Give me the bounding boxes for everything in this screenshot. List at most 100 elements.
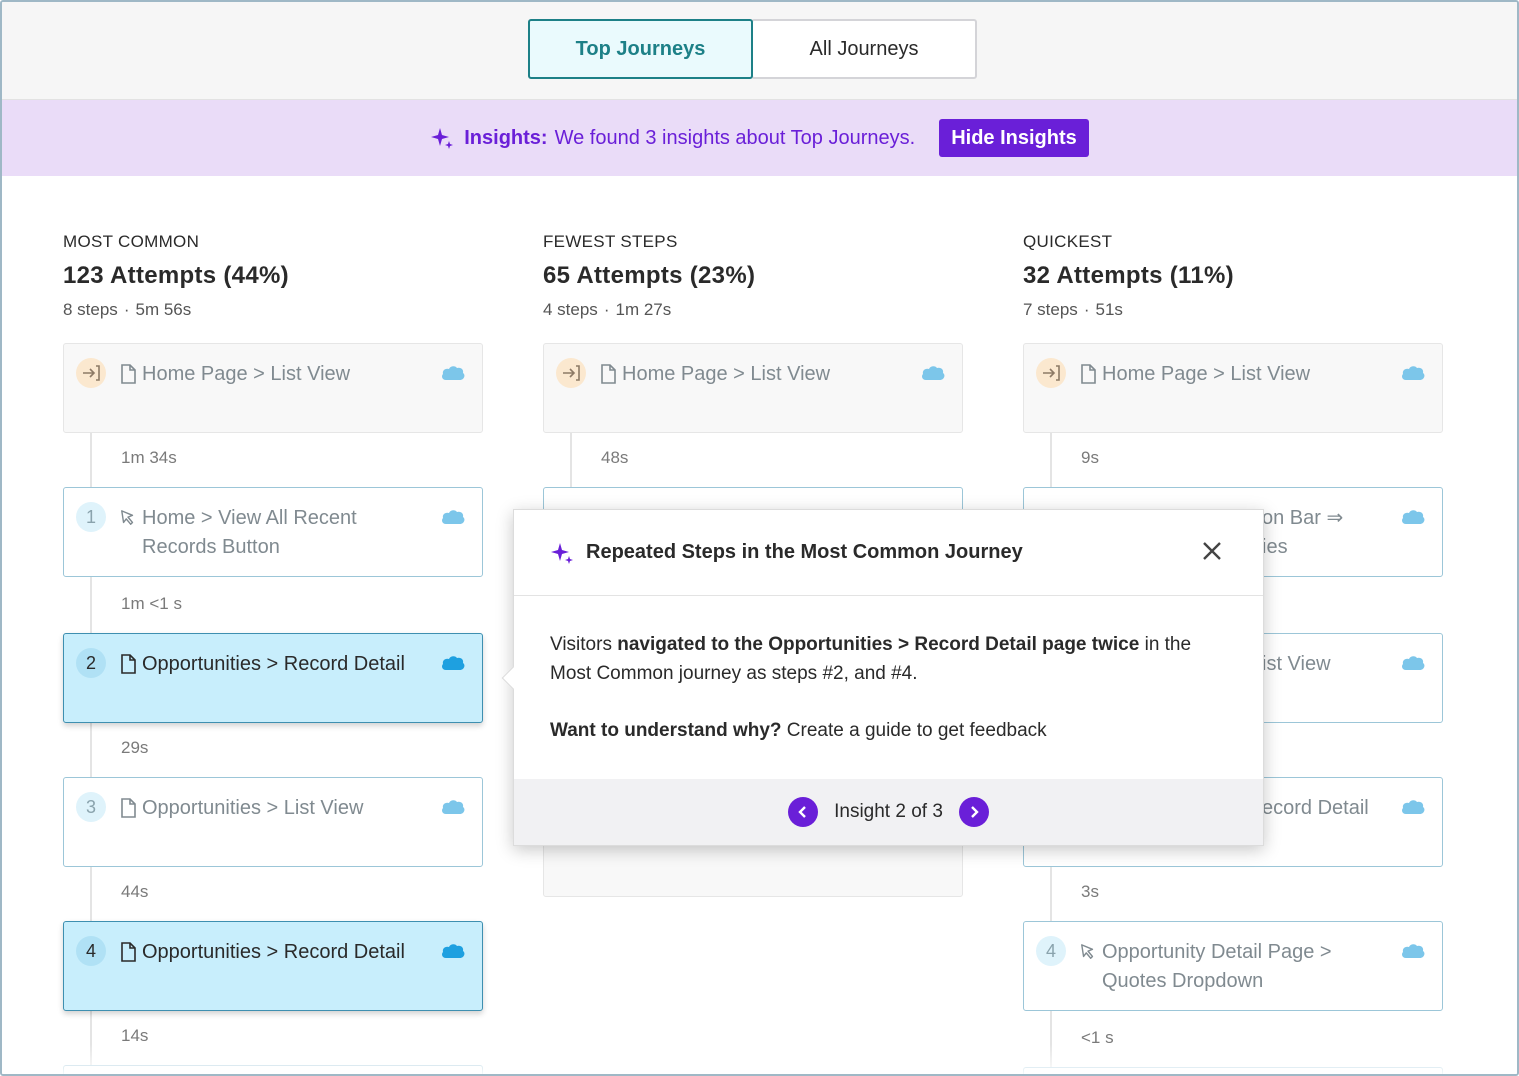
step-label: Opportunity Detail Page > Quotes Dropdown [1102, 941, 1332, 992]
column-meta: 8 steps · 5m 56s [63, 300, 192, 319]
step-label: Opportunities > Record Detail [142, 653, 405, 675]
app-frame: Top Journeys All Journeys Insights: We f… [0, 0, 1519, 1076]
journey-step-card-highlighted[interactable]: 2 Opportunities > Record Detail [63, 633, 483, 723]
step-duration: 44s [121, 882, 149, 901]
step-count: 8 steps [63, 300, 118, 319]
page-icon [120, 798, 136, 818]
page-icon [1080, 364, 1096, 384]
salesforce-cloud-icon [1400, 798, 1426, 816]
column-title: 123 Attempts (44%) [63, 262, 289, 289]
step-label: ist View [1262, 653, 1331, 675]
entry-badge [76, 358, 106, 388]
step-label: on Bar ⇒ ies [1262, 507, 1344, 558]
hide-insights-button[interactable]: Hide Insights [939, 119, 1089, 157]
entry-icon [556, 358, 586, 388]
journey-step-card[interactable]: Home Page > List View [63, 343, 483, 433]
total-time: 1m 27s [615, 300, 672, 319]
chevron-left-icon [798, 806, 806, 818]
create-guide-link[interactable]: Create a guide to get feedback [782, 720, 1047, 741]
column-title: 32 Attempts (11%) [1023, 262, 1234, 289]
step-duration: 1m 34s [121, 448, 177, 467]
chevron-right-icon [971, 806, 979, 818]
journey-step-card[interactable]: 1 Home > View All Recent Records Button [63, 487, 483, 577]
entry-icon [1036, 358, 1066, 388]
column-kicker: MOST COMMON [63, 232, 200, 251]
journey-tab-bar: Top Journeys All Journeys [2, 2, 1517, 100]
tab-all-journeys[interactable]: All Journeys [751, 19, 977, 79]
insights-text: We found 3 insights about Top Journeys. [554, 126, 916, 149]
column-meta: 4 steps · 1m 27s [543, 300, 672, 319]
journey-column-quickest: QUICKEST 32 Attempts (11%) 7 steps · 51s [1023, 232, 1443, 320]
entry-badge [1036, 358, 1066, 388]
salesforce-cloud-icon [440, 942, 466, 960]
step-label: Home Page > List View [142, 363, 351, 385]
total-time: 51s [1095, 300, 1123, 319]
insight-popover: Repeated Steps in the Most Common Journe… [501, 509, 1264, 846]
page-icon [120, 364, 136, 384]
tab-top-journeys[interactable]: Top Journeys [528, 19, 753, 79]
step-number-badge: 1 [76, 502, 106, 532]
salesforce-cloud-icon [440, 364, 466, 382]
insights-banner: Insights: We found 3 insights about Top … [2, 100, 1517, 176]
next-insight-button[interactable] [958, 797, 989, 827]
journey-step-card[interactable]: 4 Opportunity Detail Page > Quotes Dropdo… [1023, 921, 1443, 1011]
popover-arrow [501, 666, 525, 690]
previous-insight-button[interactable] [788, 797, 819, 827]
step-label: Home > View All Recent Records Button [142, 507, 357, 558]
page-icon [120, 942, 136, 962]
step-number-badge: 4 [76, 936, 106, 966]
salesforce-cloud-icon [440, 654, 466, 672]
popover-header: Repeated Steps in the Most Common Journe… [514, 510, 1263, 596]
column-title: 65 Attempts (23%) [543, 262, 756, 289]
step-label: Home Page > List View [622, 363, 831, 385]
step-count: 4 steps [543, 300, 598, 319]
column-kicker: QUICKEST [1023, 232, 1113, 251]
step-label: Opportunities > Record Detail [142, 941, 405, 963]
entry-badge [556, 358, 586, 388]
salesforce-cloud-icon [440, 508, 466, 526]
total-time: 5m 56s [135, 300, 192, 319]
salesforce-cloud-icon [1400, 508, 1426, 526]
step-duration: 48s [601, 448, 629, 467]
popover-title: Repeated Steps in the Most Common Journe… [586, 541, 1023, 563]
click-icon [120, 508, 136, 528]
step-duration: 3s [1081, 882, 1099, 901]
click-icon [1080, 942, 1096, 962]
close-icon[interactable] [1201, 540, 1223, 562]
salesforce-cloud-icon [1400, 364, 1426, 382]
journey-step-card[interactable]: Home Page > List View [1023, 343, 1443, 433]
step-label: ecord Detail [1262, 797, 1369, 819]
journey-step-card[interactable]: Home Page > List View [543, 343, 963, 433]
column-kicker: FEWEST STEPS [543, 232, 678, 251]
step-duration: 29s [121, 738, 149, 757]
journey-column-most-common: MOST COMMON 123 Attempts (44%) 8 steps · 5… [63, 232, 483, 320]
step-duration: 14s [121, 1026, 149, 1045]
salesforce-cloud-icon [440, 798, 466, 816]
journey-column-fewest-steps: FEWEST STEPS 65 Attempts (23%) 4 steps · 1… [543, 232, 963, 320]
step-number-badge: 2 [76, 648, 106, 678]
salesforce-cloud-icon [920, 364, 946, 382]
step-duration: 1m <1 s [121, 594, 182, 613]
column-meta: 7 steps · 51s [1023, 300, 1123, 319]
scroll-fade [2, 1044, 1517, 1074]
step-count: 7 steps [1023, 300, 1078, 319]
step-number-badge: 4 [1036, 936, 1066, 966]
journey-step-card[interactable]: 3 Opportunities > List View [63, 777, 483, 867]
page-icon [120, 654, 136, 674]
timeline-line [570, 432, 572, 492]
step-label: Home Page > List View [1102, 363, 1311, 385]
insights-label: Insights: [464, 126, 548, 149]
step-label: Opportunities > List View [142, 797, 364, 819]
page-icon [600, 364, 616, 384]
sparkle-icon [430, 126, 454, 150]
salesforce-cloud-icon [1400, 654, 1426, 672]
insight-counter: Insight 2 of 3 [834, 801, 943, 822]
step-duration: 9s [1081, 448, 1099, 467]
entry-icon [76, 358, 106, 388]
popover-footer: Insight 2 of 3 [514, 779, 1263, 845]
sparkle-icon [550, 541, 574, 565]
step-number-badge: 3 [76, 792, 106, 822]
insight-cta: Want to understand why? Create a guide t… [550, 720, 1047, 741]
journey-step-card-highlighted[interactable]: 4 Opportunities > Record Detail [63, 921, 483, 1011]
salesforce-cloud-icon [1400, 942, 1426, 960]
